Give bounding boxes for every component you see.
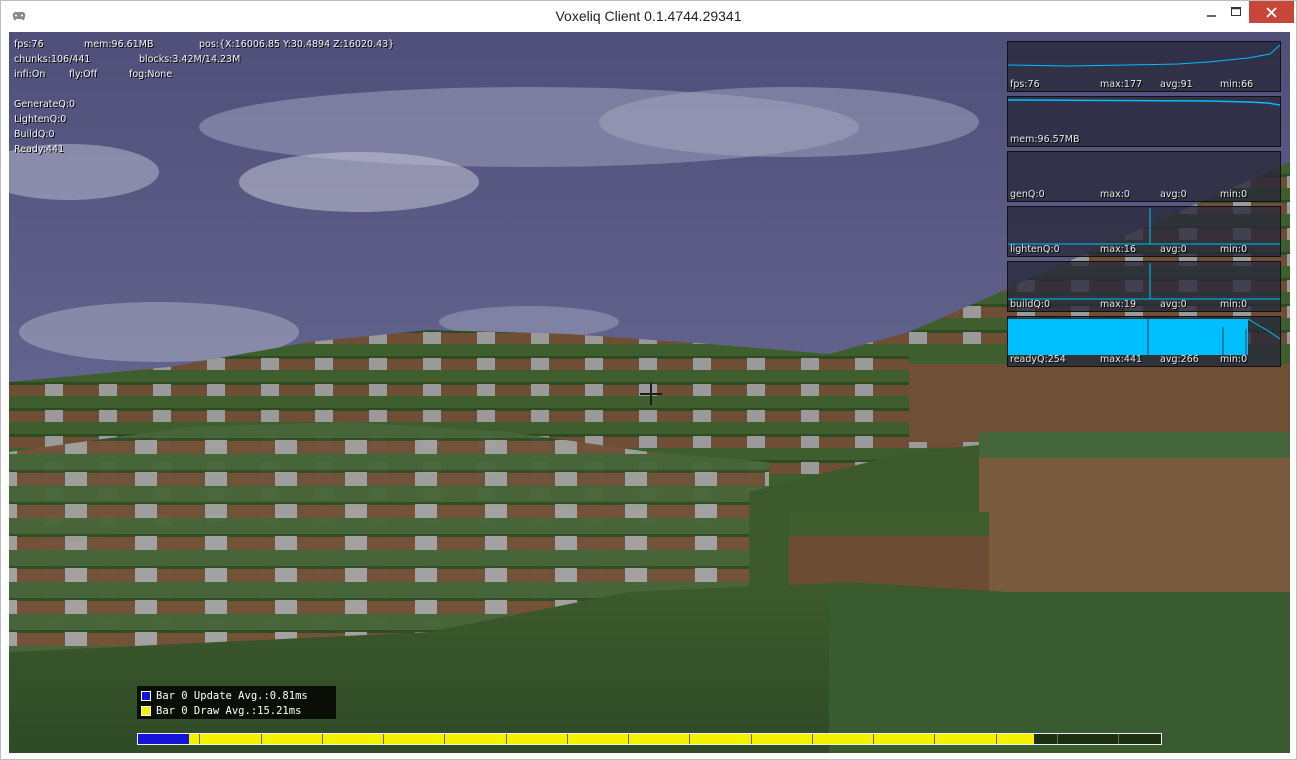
timing-bar-tick (322, 734, 323, 744)
fly-stat: fly:Off (69, 69, 98, 80)
timing-bar-tick (812, 734, 813, 744)
buildq-graph: buildQ:0 max:19 avg:0 min:0 (1007, 261, 1281, 312)
readyq-graph-min: min:0 (1220, 354, 1248, 365)
timing-bar-tick (199, 734, 200, 744)
fog-stat: fog:None (129, 69, 173, 80)
chunks-stat: chunks:106/441 (14, 54, 91, 65)
genq-graph-label: genQ:0 (1010, 189, 1045, 200)
timing-bar-tick (567, 734, 568, 744)
mem-stat: mem:96.61MB (84, 39, 154, 50)
timing-bar-tick (996, 734, 997, 744)
blocks-stat: blocks:3.42M/14.23M (139, 54, 241, 65)
timing-bar-tick (1118, 734, 1119, 744)
close-icon (1266, 3, 1277, 22)
maximize-button[interactable] (1223, 1, 1249, 23)
timing-bar-tick (628, 734, 629, 744)
maximize-icon (1230, 3, 1242, 22)
minimize-icon (1207, 3, 1217, 22)
mem-graph: mem:96.57MB (1007, 96, 1281, 147)
readyq-graph-avg: avg:266 (1160, 354, 1199, 365)
fps-stat: fps:76 (14, 39, 44, 50)
draw-swatch (141, 705, 151, 716)
readyq-graph-label: readyQ:254 (1010, 354, 1066, 365)
lightenq-graph-min: min:0 (1220, 244, 1248, 255)
legend-update-text: Bar 0 Update Avg.:0.81ms (156, 689, 308, 702)
app-window: Voxeliq Client 0.1.4744.29341 fps:76 mem… (0, 0, 1297, 760)
legend-draw-row: Bar 0 Draw Avg.:15.21ms (141, 703, 301, 718)
readyq-graph: readyQ:254 max:441 avg:266 min:0 (1007, 316, 1281, 367)
timing-bar-tick (689, 734, 690, 744)
timing-bar-tick (751, 734, 752, 744)
generate-queue-stat: GenerateQ:0 (14, 99, 76, 110)
minimize-button[interactable] (1199, 1, 1225, 23)
lighten-queue-stat: LightenQ:0 (14, 114, 67, 125)
pos-stat: pos:{X:16006.85 Y:30.4894 Z:16020.43} (199, 39, 395, 50)
infi-stat: infi:On (14, 69, 46, 80)
timing-legend: Bar 0 Update Avg.:0.81ms Bar 0 Draw Avg.… (137, 686, 336, 719)
genq-graph: genQ:0 max:0 avg:0 min:0 (1007, 151, 1281, 202)
buildq-graph-max: max:19 (1100, 299, 1136, 310)
timing-bar-tick (506, 734, 507, 744)
fps-graph-label: fps:76 (1010, 79, 1040, 90)
fps-graph: fps:76 max:177 avg:91 min:66 (1007, 41, 1281, 92)
readyq-graph-max: max:441 (1100, 354, 1143, 365)
close-button[interactable] (1249, 1, 1294, 23)
mem-graph-label: mem:96.57MB (1010, 134, 1080, 145)
fps-graph-min: min:66 (1220, 79, 1254, 90)
window-title: Voxeliq Client 0.1.4744.29341 (555, 8, 742, 24)
genq-graph-min: min:0 (1220, 189, 1248, 200)
fps-graph-max: max:177 (1100, 79, 1143, 90)
genq-graph-avg: avg:0 (1160, 189, 1187, 200)
timing-bar-tick (873, 734, 874, 744)
timing-bar-tick (934, 734, 935, 744)
lightenq-graph-label: lightenQ:0 (1010, 244, 1060, 255)
build-queue-stat: BuildQ:0 (14, 129, 55, 140)
lightenq-graph: lightenQ:0 max:16 avg:0 min:0 (1007, 206, 1281, 257)
title-bar[interactable]: Voxeliq Client 0.1.4744.29341 (1, 1, 1296, 32)
timing-bar-update-segment (138, 734, 189, 744)
ready-stat: Ready:441 (14, 144, 65, 155)
timing-bar-tick (444, 734, 445, 744)
buildq-graph-min: min:0 (1220, 299, 1248, 310)
lightenq-graph-max: max:16 (1100, 244, 1136, 255)
fps-graph-avg: avg:91 (1160, 79, 1193, 90)
lightenq-graph-avg: avg:0 (1160, 244, 1187, 255)
buildq-graph-avg: avg:0 (1160, 299, 1187, 310)
timing-bar-tick (383, 734, 384, 744)
legend-draw-text: Bar 0 Draw Avg.:15.21ms (156, 704, 302, 717)
timing-bar (137, 733, 1162, 745)
genq-graph-max: max:0 (1100, 189, 1130, 200)
timing-bar-tick (1057, 734, 1058, 744)
update-swatch (141, 690, 151, 701)
timing-bar-tick (261, 734, 262, 744)
timing-bar-draw-segment (189, 734, 1034, 744)
game-viewport[interactable]: fps:76 mem:96.61MB pos:{X:16006.85 Y:30.… (9, 32, 1290, 753)
legend-update-row: Bar 0 Update Avg.:0.81ms (141, 688, 308, 703)
buildq-graph-label: buildQ:0 (1010, 299, 1051, 310)
